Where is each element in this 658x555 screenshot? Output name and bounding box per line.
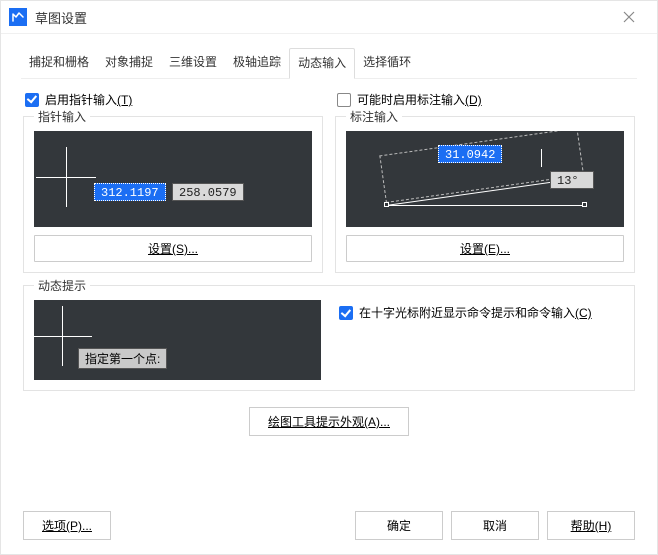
- dim-input-legend: 标注输入: [346, 108, 402, 125]
- pointer-x-value: 312.1197: [94, 183, 166, 201]
- tab-snap-grid[interactable]: 捕捉和栅格: [21, 48, 97, 78]
- tab-strip: 捕捉和栅格 对象捕捉 三维设置 极轴追踪 动态输入 选择循环: [21, 48, 637, 79]
- pointer-input-preview: 312.1197 258.0579: [34, 131, 312, 227]
- pointer-input-group: 指针输入 312.1197 258.0579 设置(S)...: [23, 116, 323, 273]
- dim-length-value: 31.0942: [438, 145, 502, 163]
- window-title: 草图设置: [35, 8, 87, 27]
- options-button[interactable]: 选项(P)...: [23, 511, 111, 540]
- dynamic-prompt-hint: 指定第一个点:: [78, 348, 167, 369]
- dim-input-preview: 31.0942 13°: [346, 131, 624, 227]
- checkbox-icon: [25, 93, 39, 107]
- pointer-y-value: 258.0579: [172, 183, 244, 201]
- cancel-button[interactable]: 取消: [451, 511, 539, 540]
- tab-3d-settings[interactable]: 三维设置: [161, 48, 225, 78]
- show-cmd-at-crosshair-label: 在十字光标附近显示命令提示和命令输入: [359, 306, 575, 320]
- dynamic-prompt-legend: 动态提示: [34, 277, 90, 294]
- dialog-footer: 选项(P)... 确定 取消 帮助(H): [1, 501, 657, 554]
- enable-pointer-input-label: 启用指针输入: [45, 93, 117, 107]
- tab-polar-track[interactable]: 极轴追踪: [225, 48, 289, 78]
- tab-dynamic-input[interactable]: 动态输入: [289, 48, 355, 79]
- show-cmd-at-crosshair-check[interactable]: 在十字光标附近显示命令提示和命令输入(C): [337, 304, 624, 324]
- dim-input-settings-button[interactable]: 设置(E)...: [346, 235, 624, 262]
- pointer-input-legend: 指针输入: [34, 108, 90, 125]
- checkbox-icon: [339, 306, 353, 320]
- close-button[interactable]: [609, 4, 649, 30]
- enable-dim-input-label: 可能时启用标注输入: [357, 93, 465, 107]
- tab-selection-cycle[interactable]: 选择循环: [355, 48, 419, 78]
- pointer-input-settings-button[interactable]: 设置(S)...: [34, 235, 312, 262]
- title-bar: 草图设置: [1, 1, 657, 34]
- tooltip-appearance-button[interactable]: 绘图工具提示外观(A)...: [249, 407, 409, 436]
- dynamic-prompt-preview: 指定第一个点:: [34, 300, 321, 380]
- dim-angle-value: 13°: [550, 171, 594, 189]
- help-button[interactable]: 帮助(H): [547, 511, 635, 540]
- enable-pointer-input-hotkey: (T): [117, 93, 132, 107]
- dynamic-prompt-group: 动态提示 指定第一个点: 在十字光标附近显示命令提示和命令输入(C): [23, 285, 635, 391]
- app-icon: [9, 8, 27, 26]
- dim-input-group: 标注输入 31.0942 13° 设置(E)...: [335, 116, 635, 273]
- enable-dim-input-hotkey: (D): [465, 93, 482, 107]
- checkbox-icon: [337, 93, 351, 107]
- show-cmd-at-crosshair-hotkey: (C): [575, 306, 592, 320]
- ok-button[interactable]: 确定: [355, 511, 443, 540]
- tab-object-snap[interactable]: 对象捕捉: [97, 48, 161, 78]
